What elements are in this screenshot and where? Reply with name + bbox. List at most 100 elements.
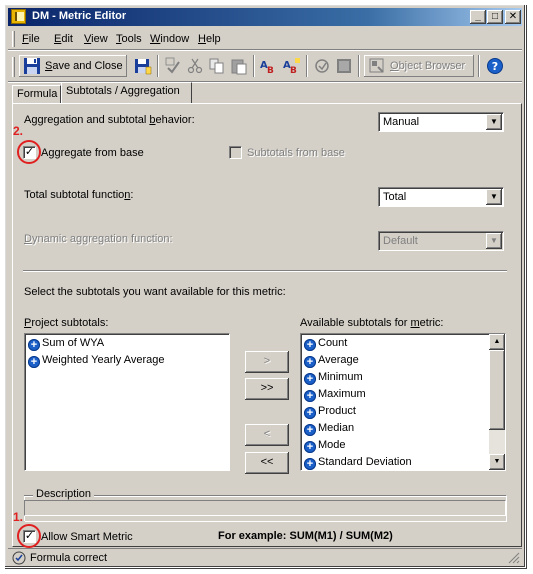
plus-icon: +: [304, 373, 316, 385]
chevron-down-icon[interactable]: ▼: [486, 114, 502, 130]
scrollbar-thumb[interactable]: [489, 350, 505, 430]
subtotals-from-base-checkbox[interactable]: [229, 146, 242, 159]
status-bar: Formula correct: [8, 548, 522, 566]
available-subtotals-list[interactable]: + Count + Average + Minimum + Maximum + Produ…: [300, 333, 506, 471]
object-browser-icon: [369, 58, 384, 73]
status-text: Formula correct: [30, 552, 108, 564]
list-item[interactable]: + Minimum: [304, 371, 363, 388]
save-and-close-label: ave and Close: [52, 60, 123, 72]
menu-bar: File Edit View Tools Window Help: [8, 29, 522, 49]
menu-separator: [8, 49, 522, 51]
menu-help[interactable]: Help: [198, 33, 221, 45]
app-icon: [11, 9, 26, 24]
tab-subtotals-aggregation[interactable]: Subtotals / Aggregation: [61, 82, 192, 103]
dynamic-aggregation-select[interactable]: Default ▼: [378, 231, 504, 251]
list-item[interactable]: + Sum of WYA: [28, 337, 104, 354]
minimize-button[interactable]: _: [470, 10, 486, 24]
list-item[interactable]: + Product: [304, 405, 356, 422]
list-item[interactable]: + Weighted Yearly Average: [28, 354, 165, 371]
plus-icon: +: [304, 339, 316, 351]
list-item[interactable]: + Average: [304, 354, 359, 371]
plus-icon: +: [28, 356, 40, 368]
subtotals-aggregation-panel: Aggregation and subtotal behavior: Manua…: [12, 103, 522, 548]
aggregate-from-base-label: Aggregate from base: [41, 147, 144, 159]
validate-icon[interactable]: [313, 57, 331, 75]
annotation-circle-1: [17, 524, 41, 548]
maximize-button[interactable]: □: [487, 10, 503, 24]
annotation-number-2: 2.: [13, 124, 24, 138]
remove-subtotal-button[interactable]: <: [245, 424, 289, 446]
plus-icon: +: [304, 441, 316, 453]
find-next-icon[interactable]: A B: [283, 57, 301, 75]
description-field[interactable]: [24, 500, 506, 516]
save-icon[interactable]: [134, 57, 152, 75]
menu-edit[interactable]: Edit: [54, 33, 73, 45]
menu-window[interactable]: Window: [150, 33, 189, 45]
toolbar-grip[interactable]: [12, 57, 15, 77]
total-subtotal-function-value: Total: [383, 191, 407, 203]
chevron-down-icon[interactable]: ▼: [486, 189, 502, 205]
aggregation-behavior-value: Manual: [383, 116, 420, 128]
toolbar-separator: [478, 55, 480, 77]
svg-text:?: ?: [492, 60, 498, 73]
annotation-number-1: 1.: [13, 510, 24, 524]
chevron-down-icon[interactable]: ▼: [486, 233, 502, 249]
add-subtotal-button[interactable]: >: [245, 351, 289, 373]
help-icon[interactable]: ?: [486, 57, 504, 75]
menu-file[interactable]: File: [22, 33, 40, 45]
svg-text:B: B: [290, 66, 297, 75]
annotation-circle-2: [17, 140, 41, 164]
plus-icon: +: [304, 356, 316, 368]
scroll-up-icon[interactable]: ▲: [489, 334, 505, 350]
floppy-disk-icon: [24, 58, 40, 74]
paste-icon[interactable]: [230, 57, 248, 75]
aggregation-behavior-label: Aggregation and subtotal behavior:: [24, 114, 195, 126]
list-item[interactable]: + Median: [304, 422, 354, 439]
subtotals-instruction: Select the subtotals you want available …: [24, 286, 286, 298]
spell-check-icon[interactable]: [164, 57, 182, 75]
resize-grip-icon[interactable]: [508, 552, 520, 564]
title-bar[interactable]: DM - Metric Editor _ □ ✕: [8, 8, 522, 26]
aggregation-behavior-select[interactable]: Manual ▼: [378, 112, 504, 132]
metric-editor-window: DM - Metric Editor _ □ ✕ File Edit View …: [4, 4, 526, 568]
total-subtotal-function-label: Total subtotal function:: [24, 189, 134, 201]
plus-icon: +: [304, 424, 316, 436]
menu-view[interactable]: View: [84, 33, 108, 45]
list-item[interactable]: + Standard Deviation: [304, 456, 412, 470]
list-item[interactable]: + Maximum: [304, 388, 366, 405]
plus-icon: +: [304, 458, 316, 470]
menu-grip[interactable]: [12, 31, 15, 47]
description-legend: Description: [33, 488, 95, 500]
toolbar: Save and Close A B A B Object Browser ?: [8, 52, 522, 80]
cut-icon[interactable]: [186, 57, 204, 75]
copy-icon[interactable]: [208, 57, 226, 75]
tab-formula[interactable]: Formula: [12, 85, 61, 103]
smart-metric-example: For example: SUM(M1) / SUM(M2): [218, 530, 393, 542]
add-all-subtotals-button[interactable]: >>: [245, 378, 289, 400]
remove-all-subtotals-button[interactable]: <<: [245, 452, 289, 474]
formula-status-icon: [12, 551, 26, 565]
project-subtotals-list[interactable]: + Sum of WYA + Weighted Yearly Average: [24, 333, 230, 471]
object-browser-label: bject Browser: [398, 60, 466, 72]
save-and-close-button[interactable]: Save and Close: [19, 55, 127, 77]
list-item[interactable]: + Count: [304, 337, 347, 354]
scroll-down-icon[interactable]: ▼: [489, 454, 505, 470]
toolbar-separator: [306, 55, 308, 77]
object-browser-button[interactable]: Object Browser: [364, 55, 474, 77]
list-item[interactable]: + Mode: [304, 439, 346, 456]
insert-function-icon[interactable]: [335, 57, 353, 75]
plus-icon: +: [304, 390, 316, 402]
total-subtotal-function-select[interactable]: Total ▼: [378, 187, 504, 207]
object-browser-key: O: [390, 60, 399, 72]
find-and-replace-icon[interactable]: A B: [260, 57, 278, 75]
menu-tools[interactable]: Tools: [116, 33, 142, 45]
toolbar-separator: [253, 55, 255, 77]
available-subtotals-scrollbar[interactable]: ▲ ▼: [489, 334, 505, 470]
subtotals-from-base-label: Subtotals from base: [247, 147, 345, 159]
available-subtotals-label: Available subtotals for metric:: [300, 317, 444, 329]
close-button[interactable]: ✕: [505, 10, 521, 24]
toolbar-separator: [358, 55, 360, 77]
dynamic-aggregation-value: Default: [383, 235, 418, 247]
plus-icon: +: [28, 339, 40, 351]
project-subtotals-label: Project subtotals:: [24, 317, 109, 329]
